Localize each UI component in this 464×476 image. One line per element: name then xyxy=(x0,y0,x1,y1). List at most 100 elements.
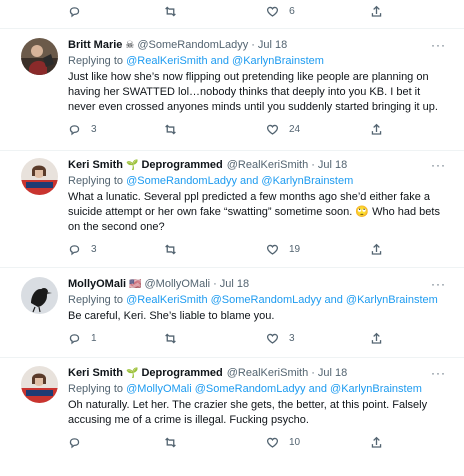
tweet-text: Just like how she’s now flipping out pre… xyxy=(68,71,438,113)
heart-icon xyxy=(266,437,279,448)
reply-count: 1 xyxy=(91,333,97,344)
avatar[interactable] xyxy=(21,277,58,314)
tweet-header: MollyOMali 🇺🇸 @MollyOMali · Jul 18 xyxy=(68,277,446,292)
like-button[interactable]: 10 xyxy=(266,436,300,449)
reply-button[interactable]: 3 xyxy=(68,123,97,136)
reply-icon xyxy=(69,438,80,449)
share-button[interactable] xyxy=(370,5,393,18)
tweet-text: Be careful, Keri. She’s liable to blame … xyxy=(68,310,275,322)
display-name[interactable]: MollyOMali xyxy=(68,277,126,292)
sprout-icon: 🌱 xyxy=(126,368,139,379)
reply-icon xyxy=(69,6,80,17)
tweet-text: What a lunatic. Several ppl predicted a … xyxy=(68,191,440,233)
share-icon xyxy=(371,5,382,17)
share-button[interactable] xyxy=(370,436,383,449)
like-button[interactable]: 24 xyxy=(266,123,300,136)
timestamp[interactable]: Jul 18 xyxy=(258,38,287,53)
like-count: 6 xyxy=(289,5,295,17)
tweet[interactable]: Keri Smith 🌱 Deprogrammed @RealKeriSmith… xyxy=(0,158,464,264)
reply-count: 3 xyxy=(91,124,97,135)
timestamp[interactable]: Jul 18 xyxy=(318,158,347,173)
replying-prefix: Replying to xyxy=(68,294,124,306)
timestamp[interactable]: Jul 18 xyxy=(318,366,347,381)
like-count: 19 xyxy=(289,244,301,255)
tweet-actions: 3 19 xyxy=(68,243,446,263)
reply-icon xyxy=(69,125,80,136)
more-icon[interactable]: ··· xyxy=(431,38,446,52)
reply-count: 3 xyxy=(91,244,97,255)
retweet-button[interactable] xyxy=(164,332,187,345)
reply-button[interactable] xyxy=(68,5,91,18)
share-button[interactable] xyxy=(370,332,383,345)
more-icon[interactable]: ··· xyxy=(431,158,446,172)
share-button[interactable] xyxy=(370,243,383,256)
separator-dot: · xyxy=(311,367,315,379)
handle[interactable]: @MollyOMali xyxy=(145,277,211,292)
more-icon[interactable]: ··· xyxy=(431,366,446,380)
like-count: 3 xyxy=(289,333,295,344)
separator-dot: · xyxy=(213,278,217,290)
like-button[interactable]: 3 xyxy=(266,332,295,345)
replying-to-link[interactable]: @RealKeriSmith and @KarlynBrainstem xyxy=(126,55,324,67)
more-icon[interactable]: ··· xyxy=(431,277,446,291)
tweet-header: Keri Smith 🌱 Deprogrammed @RealKeriSmith… xyxy=(68,158,446,173)
replying-to-link[interactable]: @SomeRandomLadyy and @KarlynBrainstem xyxy=(126,175,353,187)
display-name[interactable]: Keri Smith xyxy=(68,366,123,381)
tweet-actions: 3 24 xyxy=(68,123,446,143)
share-icon xyxy=(371,243,382,255)
avatar[interactable] xyxy=(21,366,58,403)
tweet-header: Britt Marie ☠ @SomeRandomLadyy · Jul 18 xyxy=(68,38,446,53)
replying-to: Replying to @MollyOMali @SomeRandomLadyy… xyxy=(68,382,446,397)
retweet-icon xyxy=(165,244,176,255)
display-name-suffix: Deprogrammed xyxy=(141,159,223,171)
replying-prefix: Replying to xyxy=(68,383,124,395)
handle[interactable]: @RealKeriSmith xyxy=(227,366,308,381)
tweet-actions: 10 xyxy=(68,436,446,456)
retweet-icon xyxy=(165,124,176,135)
divider xyxy=(0,267,464,268)
handle[interactable]: @RealKeriSmith xyxy=(227,158,308,173)
avatar[interactable] xyxy=(21,38,58,75)
retweet-button[interactable] xyxy=(164,123,187,136)
replying-prefix: Replying to xyxy=(68,175,124,187)
retweet-button[interactable] xyxy=(164,5,187,18)
tweet[interactable]: Britt Marie ☠ @SomeRandomLadyy · Jul 18 … xyxy=(0,38,464,150)
display-name[interactable]: Keri Smith xyxy=(68,158,123,173)
retweet-button[interactable] xyxy=(164,436,187,449)
display-name[interactable]: Britt Marie xyxy=(68,38,122,53)
tweet[interactable]: Keri Smith 🌱 Deprogrammed @RealKeriSmith… xyxy=(0,366,464,472)
heart-icon xyxy=(266,333,279,344)
heart-icon xyxy=(266,244,279,255)
replying-to: Replying to @SomeRandomLadyy and @Karlyn… xyxy=(68,174,446,189)
share-icon xyxy=(371,332,382,344)
tweet[interactable]: MollyOMali 🇺🇸 @MollyOMali · Jul 18 ··· R… xyxy=(0,277,464,357)
like-button[interactable]: 19 xyxy=(266,243,300,256)
like-button[interactable]: 6 xyxy=(266,5,295,18)
tweet-text: Oh naturally. Let her. The crazier she g… xyxy=(68,399,428,426)
reply-button[interactable]: 1 xyxy=(68,332,97,345)
share-button[interactable] xyxy=(370,123,383,136)
replying-to: Replying to @RealKeriSmith @SomeRandomLa… xyxy=(68,293,446,308)
reply-button[interactable]: 3 xyxy=(68,243,97,256)
replying-to: Replying to @RealKeriSmith and @KarlynBr… xyxy=(68,54,446,69)
replying-to-link[interactable]: @MollyOMali @SomeRandomLadyy and @Karlyn… xyxy=(126,383,422,395)
like-count: 24 xyxy=(289,124,301,135)
divider xyxy=(0,28,464,29)
avatar-image xyxy=(21,158,58,195)
avatar[interactable] xyxy=(21,158,58,195)
divider xyxy=(0,150,464,151)
display-name-suffix: Deprogrammed xyxy=(141,367,223,379)
replying-prefix: Replying to xyxy=(68,55,124,67)
us-flag-icon: 🇺🇸 xyxy=(129,279,142,290)
replying-to-link[interactable]: @RealKeriSmith @SomeRandomLadyy and @Kar… xyxy=(126,294,438,306)
tweet-header: Keri Smith 🌱 Deprogrammed @RealKeriSmith… xyxy=(68,366,446,381)
heart-icon xyxy=(266,6,279,17)
avatar-image xyxy=(21,366,58,403)
retweet-button[interactable] xyxy=(164,243,187,256)
handle[interactable]: @SomeRandomLadyy xyxy=(137,38,248,53)
timestamp[interactable]: Jul 18 xyxy=(220,277,249,292)
reply-button[interactable] xyxy=(68,436,91,449)
divider xyxy=(0,357,464,358)
separator-dot: · xyxy=(311,159,315,171)
avatar-image xyxy=(21,38,58,75)
